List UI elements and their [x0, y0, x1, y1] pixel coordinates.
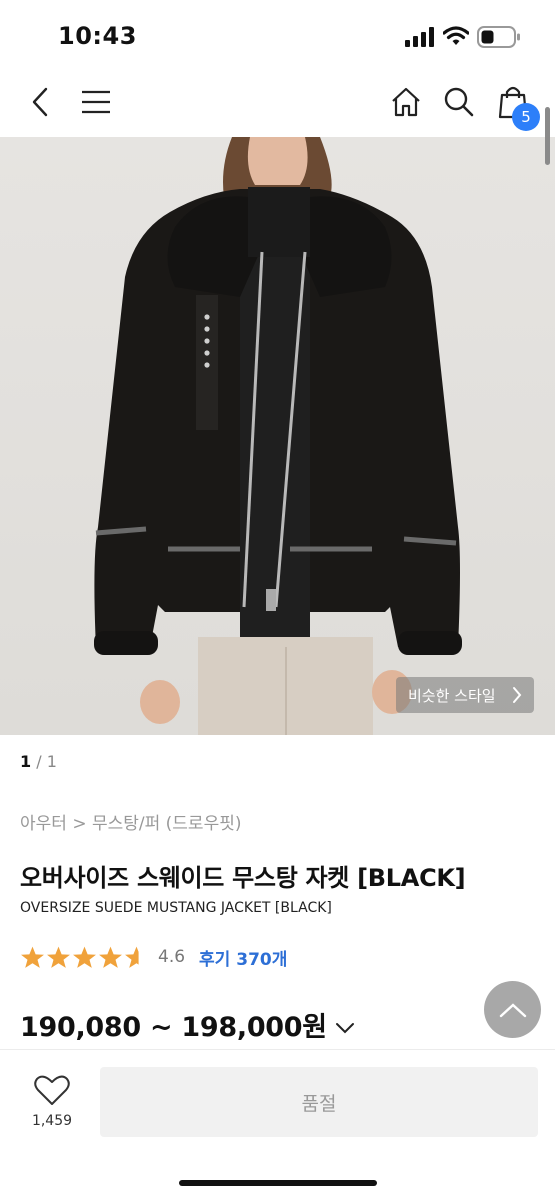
half-star-icon: [125, 946, 148, 968]
battery-icon: [477, 26, 520, 48]
scroll-to-top-button[interactable]: [484, 981, 541, 1038]
rating-value: 4.6: [158, 947, 186, 967]
price-range: 190,080 ~ 198,000원: [20, 1012, 327, 1043]
status-time: 10:43: [58, 22, 137, 50]
signal-icon: [405, 27, 434, 47]
search-button[interactable]: [437, 80, 481, 124]
image-pager: 1 / 1: [20, 752, 57, 771]
price-row[interactable]: 190,080 ~ 198,000원: [20, 1005, 355, 1044]
back-icon: [32, 87, 48, 117]
menu-button[interactable]: [74, 80, 118, 124]
home-indicator: [179, 1180, 377, 1186]
rating-row: 4.6 후기 370개: [20, 942, 287, 972]
pager-separator: /: [31, 752, 47, 771]
top-nav-bar: [0, 70, 555, 136]
scrollbar-thumb[interactable]: [545, 107, 550, 165]
review-count-link[interactable]: 후기 370개: [199, 945, 287, 970]
pager-current: 1: [20, 752, 32, 771]
pager-total: 1: [46, 752, 57, 771]
like-button[interactable]: 1,459: [24, 1073, 80, 1133]
search-icon: [444, 87, 474, 117]
cart-count-badge: 5: [512, 103, 540, 131]
home-icon: [392, 87, 420, 117]
wifi-icon: [443, 26, 469, 45]
rating-stars: [20, 945, 149, 970]
heart-icon: [34, 1075, 70, 1105]
back-button[interactable]: [18, 80, 62, 124]
product-photo: [94, 137, 462, 735]
product-title-korean: 오버사이즈 스웨이드 무스탕 자켓 [BLACK]: [20, 864, 466, 892]
chevron-right-icon: [513, 687, 522, 703]
soldout-button[interactable]: 품절: [100, 1067, 538, 1137]
menu-icon: [82, 90, 110, 114]
product-title-english: OVERSIZE SUEDE MUSTANG JACKET [BLACK]: [20, 900, 332, 916]
chevron-down-icon[interactable]: [335, 1022, 355, 1034]
similar-style-label: 비슷한 스타일: [408, 686, 496, 705]
similar-style-button[interactable]: 비슷한 스타일: [396, 677, 534, 713]
product-image[interactable]: [0, 137, 555, 735]
status-bar: 10:43: [0, 0, 555, 70]
star-icon: [99, 946, 122, 968]
like-count: 1,459: [31, 1113, 73, 1129]
bottom-action-bar: 1,459 품절: [0, 1049, 555, 1200]
category-breadcrumb[interactable]: 아우터 > 무스탕/퍼 (드로우핏): [20, 809, 242, 834]
star-icon: [47, 946, 70, 968]
chevron-up-icon: [499, 1002, 526, 1017]
star-icon: [21, 946, 44, 968]
star-icon: [73, 946, 96, 968]
home-button[interactable]: [384, 80, 428, 124]
